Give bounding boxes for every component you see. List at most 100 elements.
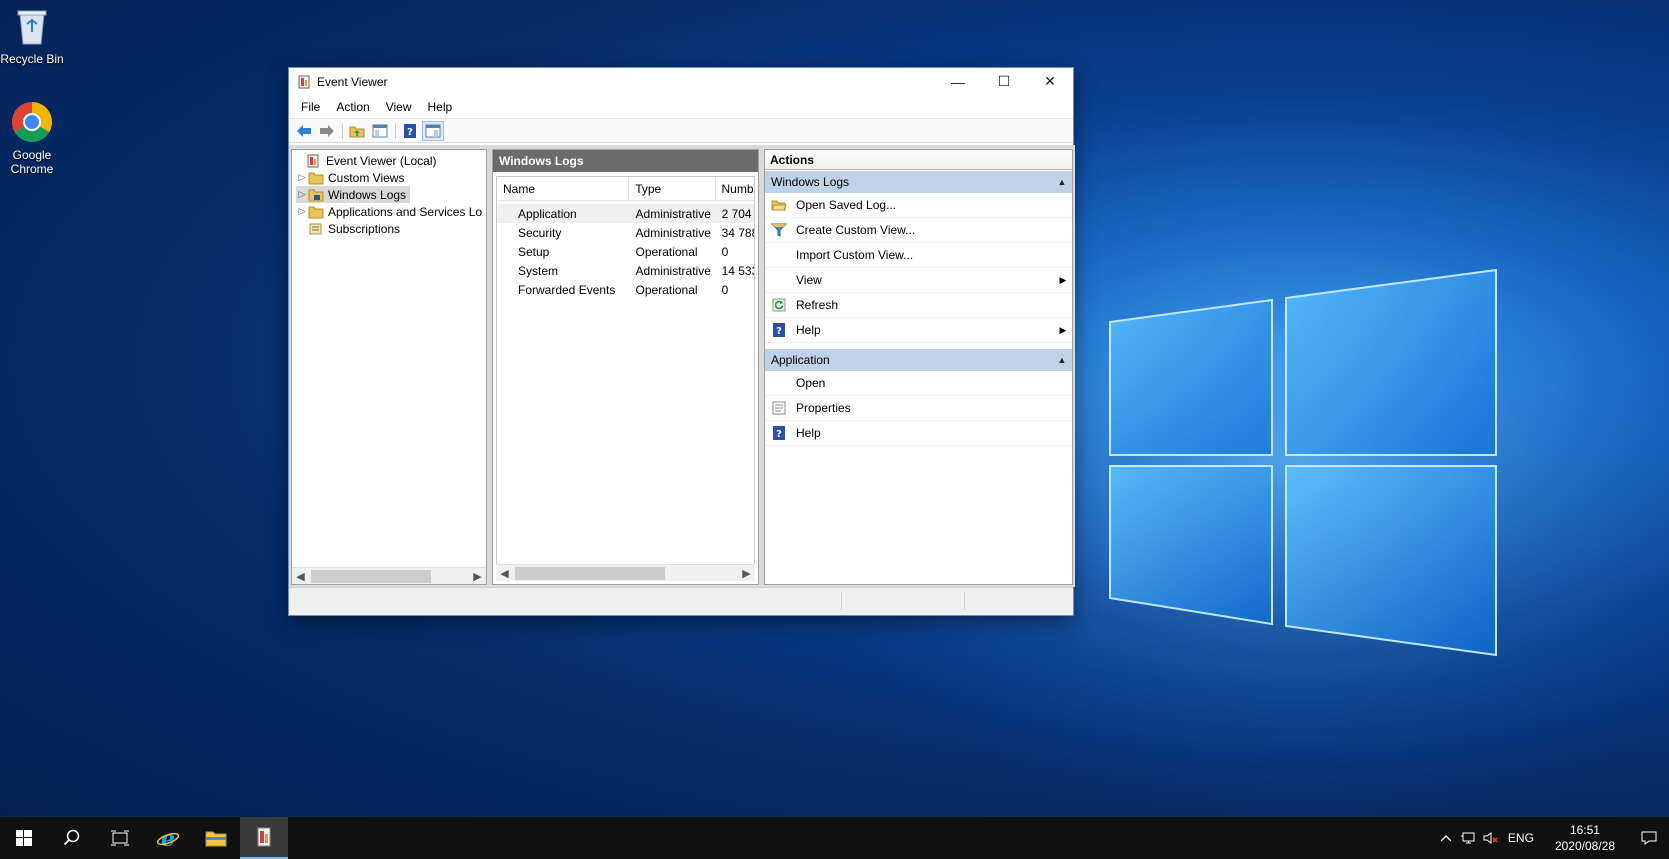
tree-label: Applications and Services Lo: [328, 204, 483, 219]
menu-action[interactable]: Action: [328, 100, 377, 114]
action-help-application[interactable]: ? Help: [765, 421, 1072, 446]
notifications-icon[interactable]: [1629, 830, 1669, 846]
table-row[interactable]: Forwarded Events Operational 0: [497, 280, 754, 299]
event-viewer-icon: [257, 827, 271, 847]
menu-file[interactable]: File: [293, 100, 328, 114]
event-viewer-icon: [297, 75, 311, 89]
file-explorer-button[interactable]: [192, 817, 240, 859]
task-view-button[interactable]: [96, 817, 144, 859]
close-button[interactable]: ✕: [1027, 68, 1073, 95]
help-icon: ?: [771, 425, 787, 441]
help-icon[interactable]: ?: [399, 121, 421, 141]
menu-bar: File Action View Help: [289, 95, 1073, 119]
folder-icon: [308, 171, 324, 185]
tree-label: Custom Views: [328, 170, 405, 185]
column-header-number[interactable]: Numb: [716, 177, 754, 201]
expand-arrow-icon[interactable]: ▷: [296, 189, 308, 200]
clock-date: 2020/08/28: [1554, 839, 1615, 853]
scroll-thumb[interactable]: [311, 569, 431, 583]
scroll-right-icon[interactable]: ▶: [738, 567, 755, 580]
minimize-button[interactable]: —: [935, 68, 981, 95]
table-row[interactable]: System Administrative 14 533: [497, 261, 754, 280]
clock[interactable]: 16:51 2020/08/28: [1541, 822, 1629, 854]
logs-horizontal-scrollbar[interactable]: ◀ ▶: [496, 564, 755, 581]
action-import-custom-view[interactable]: Import Custom View...: [765, 243, 1072, 268]
start-button[interactable]: [0, 817, 48, 859]
collapse-arrow-icon[interactable]: ▲: [1052, 177, 1072, 187]
actions-header: Actions: [765, 150, 1072, 170]
tree-item-custom-views[interactable]: ▷ Custom Views: [296, 169, 405, 186]
tree-horizontal-scrollbar[interactable]: ◀ ▶: [292, 567, 486, 584]
tree-item-event-viewer-local[interactable]: Event Viewer (Local): [294, 152, 437, 169]
action-refresh[interactable]: Refresh: [765, 293, 1072, 318]
back-arrow-icon[interactable]: [293, 121, 315, 141]
action-properties[interactable]: Properties: [765, 396, 1072, 421]
scroll-left-icon[interactable]: ◀: [496, 567, 513, 580]
table-row[interactable]: Setup Operational 0: [497, 242, 754, 261]
action-view[interactable]: View ▶: [765, 268, 1072, 293]
actions-section-application[interactable]: Application ▲: [765, 348, 1072, 371]
taskbar: e ENG 16:51 2020/08/28: [0, 817, 1669, 859]
properties-icon: [771, 400, 787, 416]
toolbar-separator: [342, 122, 343, 139]
event-viewer-icon: [306, 154, 322, 168]
table-header: Name Type Numb: [497, 177, 754, 201]
submenu-arrow-icon: ▶: [1059, 324, 1067, 335]
desktop-icon-recycle-bin[interactable]: Recycle Bin: [0, 4, 64, 66]
task-view-icon: [111, 830, 129, 846]
table-row[interactable]: Application Administrative 2 704: [497, 204, 754, 223]
action-help[interactable]: ? Help ▶: [765, 318, 1072, 343]
actions-section-windows-logs[interactable]: Windows Logs ▲: [765, 170, 1072, 193]
tree-label: Subscriptions: [328, 221, 401, 236]
language-indicator[interactable]: ENG: [1501, 831, 1541, 845]
event-viewer-taskbar-button[interactable]: [240, 817, 288, 859]
table-row[interactable]: Security Administrative 34 788: [497, 223, 754, 242]
desktop-icon-chrome[interactable]: Google Chrome: [0, 100, 64, 176]
tree-item-applications-and-services[interactable]: ▷ Applications and Services Lo: [296, 203, 483, 220]
expand-arrow-icon[interactable]: ▷: [296, 172, 308, 183]
collapse-arrow-icon[interactable]: ▲: [1052, 355, 1072, 365]
tree-label: Event Viewer (Local): [326, 153, 437, 168]
chevron-up-icon[interactable]: [1435, 834, 1457, 842]
tree-item-subscriptions[interactable]: Subscriptions: [296, 220, 400, 237]
search-icon: [63, 829, 80, 846]
maximize-button[interactable]: ☐: [981, 68, 1027, 95]
svg-text:?: ?: [776, 429, 782, 440]
tree-item-windows-logs[interactable]: ▷ Windows Logs: [296, 186, 411, 203]
column-header-type[interactable]: Type: [629, 177, 716, 201]
column-header-name[interactable]: Name: [497, 177, 630, 201]
file-explorer-icon: [205, 831, 227, 847]
menu-view[interactable]: View: [378, 100, 420, 114]
windows-logo-icon: [16, 830, 32, 846]
content-area: Event Viewer (Local) ▷ Custom Views ▷ Wi…: [289, 145, 1075, 587]
actions-pane: Actions Windows Logs ▲ Open Saved Log...…: [764, 149, 1073, 585]
toolbar: ?: [289, 119, 1073, 143]
up-folder-icon[interactable]: [346, 121, 368, 141]
menu-help[interactable]: Help: [420, 100, 461, 114]
expand-arrow-icon[interactable]: ▷: [296, 206, 308, 217]
network-icon[interactable]: [1457, 831, 1479, 845]
refresh-icon: [771, 297, 787, 313]
scroll-thumb[interactable]: [515, 566, 665, 580]
internet-explorer-button[interactable]: e: [144, 817, 192, 859]
logs-pane: Windows Logs Name Type Numb Application …: [492, 149, 759, 585]
search-button[interactable]: [48, 817, 96, 859]
scroll-right-icon[interactable]: ▶: [469, 570, 486, 583]
action-open-saved-log[interactable]: Open Saved Log...: [765, 193, 1072, 218]
recycle-bin-label: Recycle Bin: [0, 52, 64, 66]
show-hide-action-pane-icon[interactable]: [422, 120, 444, 141]
forward-arrow-icon[interactable]: [316, 121, 338, 141]
scroll-left-icon[interactable]: ◀: [292, 570, 309, 583]
help-icon: ?: [771, 322, 787, 338]
event-viewer-window: Event Viewer — ☐ ✕ File Action View Help…: [288, 67, 1075, 616]
svg-text:e: e: [161, 826, 175, 850]
action-create-custom-view[interactable]: Create Custom View...: [765, 218, 1072, 243]
show-hide-tree-icon[interactable]: [369, 121, 391, 141]
action-open[interactable]: Open: [765, 371, 1072, 396]
chrome-label: Google Chrome: [10, 148, 54, 176]
volume-muted-icon[interactable]: [1479, 831, 1501, 845]
window-title: Event Viewer: [317, 74, 388, 89]
title-bar[interactable]: Event Viewer — ☐ ✕: [289, 68, 1073, 95]
internet-explorer-icon: e: [156, 826, 180, 850]
filter-icon: [771, 222, 787, 238]
